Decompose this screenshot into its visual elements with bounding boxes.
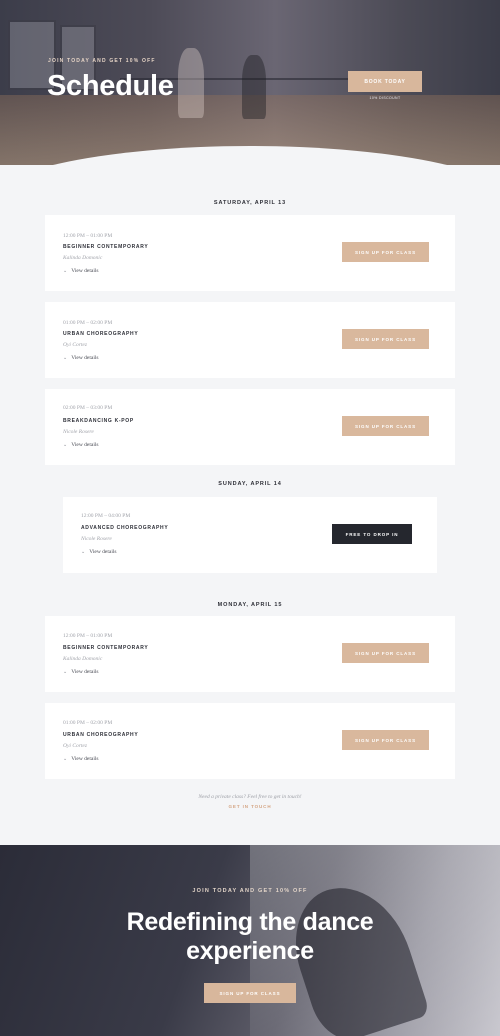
hero-banner: JOIN TODAY AND GET 10% OFF Schedule BOOK…	[0, 0, 500, 165]
class-time: 02:00 PM – 03:00 PM	[63, 405, 113, 411]
class-teacher: Kalinda Domonic	[63, 656, 103, 662]
footer-eyebrow: JOIN TODAY AND GET 10% OFF	[192, 888, 308, 894]
class-title: URBAN CHOREOGRAPHY	[63, 732, 139, 738]
hero-eyebrow: JOIN TODAY AND GET 10% OFF	[48, 58, 156, 64]
class-teacher: Nicole Rosere	[63, 429, 94, 435]
discount-fine-print: 10% DISCOUNT	[369, 96, 401, 100]
view-details-label: View details	[71, 442, 99, 448]
class-title: ADVANCED CHOREOGRAPHY	[81, 525, 169, 531]
day-heading: SUNDAY, APRIL 14	[218, 481, 282, 487]
view-details-toggle[interactable]: ⌄ View details	[63, 442, 99, 448]
book-today-button[interactable]: BOOK TODAY	[348, 71, 422, 92]
sign-up-button[interactable]: SIGN UP FOR CLASS	[342, 242, 429, 262]
dancer-figure	[178, 48, 204, 118]
view-details-toggle[interactable]: ⌄ View details	[63, 756, 99, 762]
footer-headline-line2: experience	[186, 937, 314, 965]
view-details-label: View details	[89, 549, 117, 555]
class-card: 01:00 PM – 02:00 PM URBAN CHOREOGRAPHY O…	[45, 703, 455, 779]
chevron-down-icon: ⌄	[63, 269, 68, 274]
view-details-label: View details	[71, 355, 99, 361]
class-teacher: Oyi Cortez	[63, 342, 87, 348]
class-card: 01:00 PM – 02:00 PM URBAN CHOREOGRAPHY O…	[45, 302, 455, 378]
view-details-toggle[interactable]: ⌄ View details	[63, 268, 99, 274]
view-details-label: View details	[71, 268, 99, 274]
class-teacher: Nicole Rosere	[81, 536, 112, 542]
free-drop-in-button[interactable]: FREE TO DROP IN	[332, 524, 412, 544]
private-class-note: Need a private class? Feel free to get i…	[198, 794, 302, 800]
sign-up-button[interactable]: SIGN UP FOR CLASS	[342, 416, 429, 436]
sign-up-button[interactable]: SIGN UP FOR CLASS	[342, 329, 429, 349]
footer-banner: JOIN TODAY AND GET 10% OFF Redefining th…	[0, 845, 500, 1036]
view-details-toggle[interactable]: ⌄ View details	[81, 549, 117, 555]
class-card: 12:00 PM – 04:00 PM ADVANCED CHOREOGRAPH…	[63, 497, 437, 573]
day-heading: MONDAY, APRIL 15	[217, 602, 283, 608]
class-teacher: Oyi Cortez	[63, 743, 87, 749]
class-title: BREAKDANCING K-POP	[63, 418, 134, 424]
day-heading: SATURDAY, APRIL 13	[213, 200, 287, 206]
class-time: 12:00 PM – 04:00 PM	[81, 513, 131, 519]
chevron-down-icon: ⌄	[63, 757, 68, 762]
class-card: 12:00 PM – 01:00 PM BEGINNER CONTEMPORAR…	[45, 215, 455, 291]
view-details-label: View details	[71, 669, 99, 675]
class-card: 12:00 PM – 01:00 PM BEGINNER CONTEMPORAR…	[45, 616, 455, 692]
class-time: 01:00 PM – 02:00 PM	[63, 320, 113, 326]
page-title: Schedule	[47, 70, 174, 102]
chevron-down-icon: ⌄	[63, 443, 68, 448]
view-details-toggle[interactable]: ⌄ View details	[63, 669, 99, 675]
footer-headline: Redefining the dance experience	[0, 908, 500, 966]
class-title: BEGINNER CONTEMPORARY	[63, 244, 149, 250]
class-time: 12:00 PM – 01:00 PM	[63, 233, 113, 239]
chevron-down-icon: ⌄	[81, 550, 86, 555]
view-details-toggle[interactable]: ⌄ View details	[63, 355, 99, 361]
class-time: 01:00 PM – 02:00 PM	[63, 720, 113, 726]
sign-up-button[interactable]: SIGN UP FOR CLASS	[342, 643, 429, 663]
get-in-touch-link[interactable]: GET IN TOUCH	[0, 804, 500, 809]
chevron-down-icon: ⌄	[63, 670, 68, 675]
class-title: BEGINNER CONTEMPORARY	[63, 645, 149, 651]
class-title: URBAN CHOREOGRAPHY	[63, 331, 139, 337]
footer-sign-up-button[interactable]: SIGN UP FOR CLASS	[204, 983, 296, 1003]
sign-up-button[interactable]: SIGN UP FOR CLASS	[342, 730, 429, 750]
class-card: 02:00 PM – 03:00 PM BREAKDANCING K-POP N…	[45, 389, 455, 465]
footer-headline-line1: Redefining the dance	[126, 908, 374, 936]
chevron-down-icon: ⌄	[63, 356, 68, 361]
view-details-label: View details	[71, 756, 99, 762]
class-teacher: Kalinda Domonic	[63, 255, 103, 261]
class-time: 12:00 PM – 01:00 PM	[63, 633, 113, 639]
dancer-figure	[242, 55, 266, 119]
